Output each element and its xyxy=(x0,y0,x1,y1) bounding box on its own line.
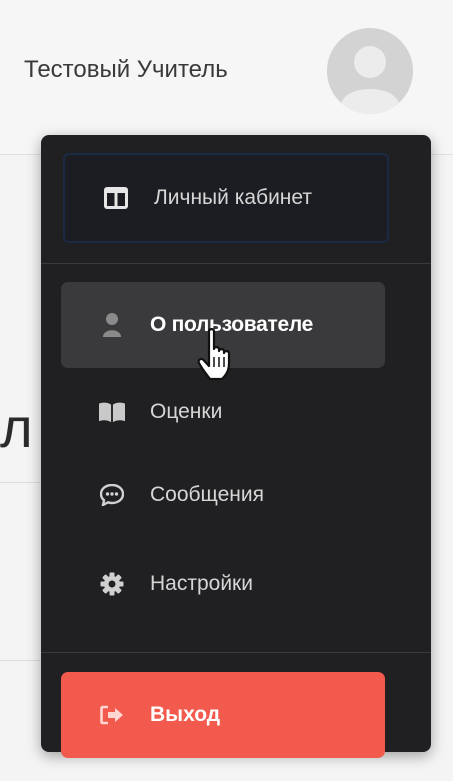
user-dropdown-menu: Личный кабинет О пользователе Оценки Соо… xyxy=(41,135,431,758)
menu-item-settings[interactable]: Настройки xyxy=(61,547,385,621)
background-divider xyxy=(0,482,40,483)
menu-item-label: Выход xyxy=(150,703,221,726)
menu-divider xyxy=(41,263,431,264)
top-header: Тестовый Учитель xyxy=(0,0,453,155)
menu-item-label: Оценки xyxy=(150,400,223,423)
comment-dots-icon xyxy=(99,482,125,508)
menu-divider xyxy=(41,652,431,653)
menu-item-label: Настройки xyxy=(150,572,253,595)
menu-item-label: Личный кабинет xyxy=(154,186,312,209)
menu-item-messages[interactable]: Сообщения xyxy=(61,458,385,532)
menu-item-dashboard[interactable]: Личный кабинет xyxy=(63,153,389,243)
user-avatar-icon xyxy=(327,28,413,114)
user-icon xyxy=(99,312,125,338)
columns-icon xyxy=(103,185,129,211)
gear-icon xyxy=(99,571,125,597)
book-open-icon xyxy=(99,399,125,425)
avatar[interactable] xyxy=(327,28,413,114)
background-heading-fragment: л xyxy=(0,398,33,458)
logout-button[interactable]: Выход xyxy=(61,672,385,758)
user-name[interactable]: Тестовый Учитель xyxy=(24,56,228,84)
menu-item-grades[interactable]: Оценки xyxy=(61,375,385,449)
sign-out-icon xyxy=(99,702,125,728)
hand-pointer-cursor-icon xyxy=(197,328,231,381)
menu-item-label: Сообщения xyxy=(150,483,264,506)
background-divider xyxy=(0,660,40,661)
